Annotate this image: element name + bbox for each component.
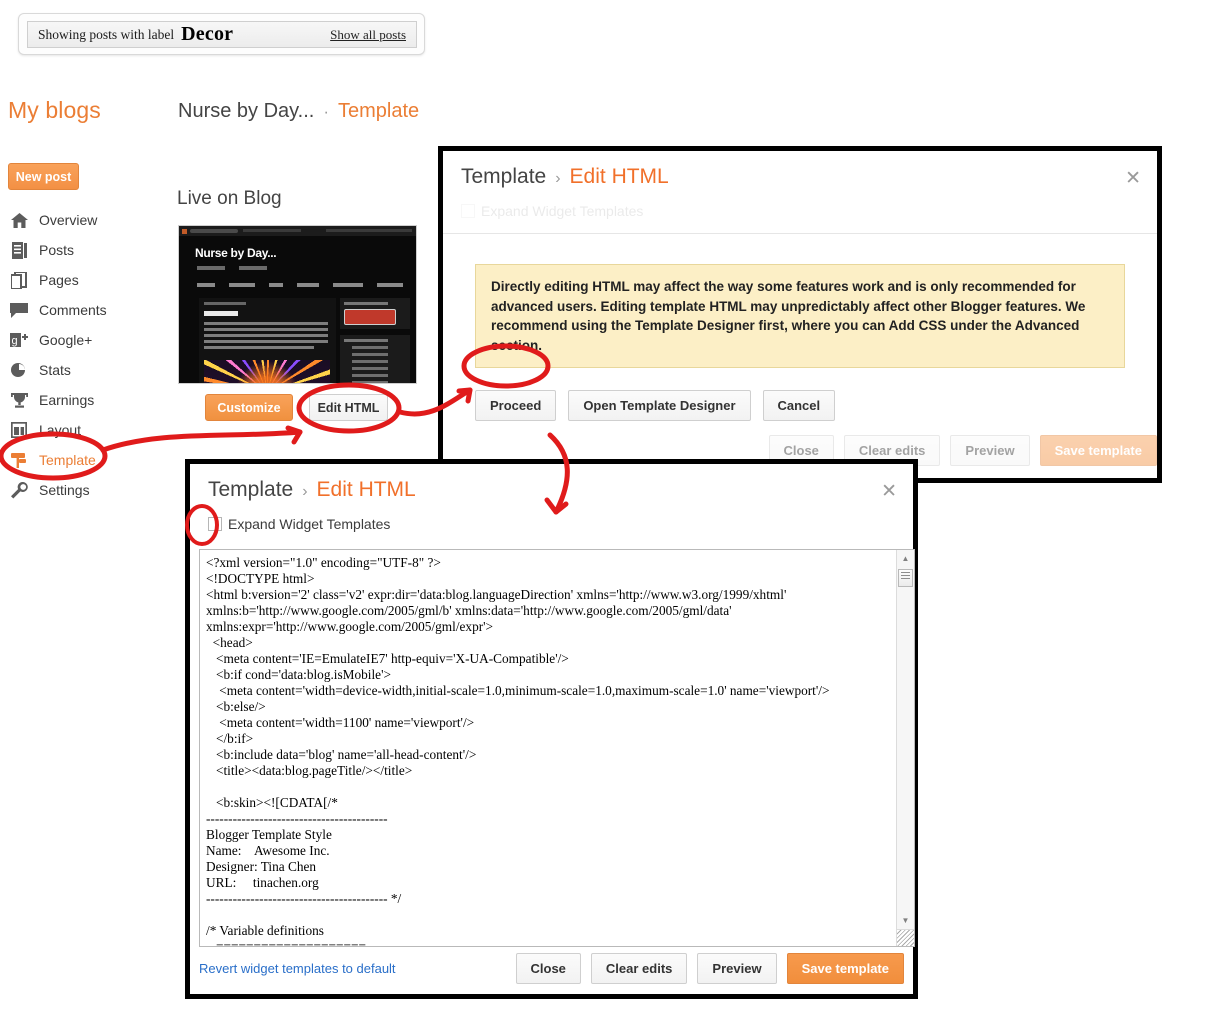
proceed-button[interactable]: Proceed bbox=[475, 390, 557, 422]
customize-button[interactable]: Customize bbox=[205, 394, 293, 421]
live-on-blog-title: Live on Blog bbox=[177, 188, 282, 209]
warning-dialog-actions: Proceed Open Template Designer Cancel bbox=[475, 390, 1157, 422]
sidebar-item-comments[interactable]: Comments bbox=[8, 295, 168, 325]
close-button[interactable]: Close bbox=[515, 953, 581, 984]
label-notice-label: Decor bbox=[181, 23, 234, 45]
editor-dialog-footer: Revert widget templates to default Close… bbox=[199, 953, 904, 984]
sidebar-item-label: Earnings bbox=[39, 392, 95, 408]
show-all-posts-link[interactable]: Show all posts bbox=[330, 27, 406, 43]
new-post-button[interactable]: New post bbox=[8, 163, 79, 190]
expand-widget-templates-row: Expand Widget Templates bbox=[190, 502, 913, 532]
pages-icon bbox=[8, 270, 30, 290]
code-editor-scrollbar[interactable]: ▲ ▼ bbox=[896, 550, 914, 946]
scroll-down-arrow-icon[interactable]: ▼ bbox=[897, 912, 914, 929]
edit-html-warning-dialog: Template › Edit HTML ✕ Expand Widget Tem… bbox=[438, 146, 1162, 483]
thumbnail-sidebar-column bbox=[340, 298, 410, 383]
sidebar-item-label: Layout bbox=[39, 422, 82, 438]
sidebar-item-googleplus[interactable]: g Google+ bbox=[8, 325, 168, 355]
sidebar-item-earnings[interactable]: Earnings bbox=[8, 385, 168, 415]
dialog-breadcrumb-parent[interactable]: Template bbox=[208, 478, 293, 502]
expand-widget-templates-checkbox[interactable] bbox=[208, 517, 222, 531]
template-code-text[interactable]: <?xml version="1.0" encoding="UTF-8" ?> … bbox=[200, 550, 896, 946]
sidebar-item-label: Google+ bbox=[39, 332, 93, 348]
sidebar-item-template[interactable]: Template bbox=[8, 445, 168, 475]
comment-icon bbox=[8, 300, 30, 320]
breadcrumb-blog-name[interactable]: Nurse by Day... bbox=[178, 100, 314, 123]
sidebar-item-label: Settings bbox=[39, 482, 90, 498]
clear-edits-button[interactable]: Clear edits bbox=[590, 953, 688, 984]
close-icon[interactable]: ✕ bbox=[881, 482, 897, 501]
home-icon bbox=[8, 210, 30, 230]
edit-html-editor-dialog: Template › Edit HTML ✕ Expand Widget Tem… bbox=[185, 459, 918, 999]
sidebar-item-stats[interactable]: Stats bbox=[8, 355, 168, 385]
sidebar-item-label: Pages bbox=[39, 272, 79, 288]
expand-widget-templates-row: Expand Widget Templates bbox=[443, 189, 1157, 219]
sidebar-item-posts[interactable]: Posts bbox=[8, 235, 168, 265]
preview-button[interactable]: Preview bbox=[697, 953, 777, 984]
label-notice-prefix: Showing posts with label bbox=[38, 26, 175, 42]
dialog-breadcrumb-separator: › bbox=[302, 483, 308, 500]
my-blogs-link[interactable]: My blogs bbox=[8, 97, 101, 124]
trophy-icon bbox=[8, 390, 30, 410]
thumbnail-tabs bbox=[197, 266, 267, 270]
breadcrumb: Nurse by Day... · Template bbox=[178, 100, 419, 123]
dialog-breadcrumb-current: Edit HTML bbox=[316, 478, 416, 501]
posts-icon bbox=[8, 240, 30, 260]
edit-html-button[interactable]: Edit HTML bbox=[309, 394, 388, 421]
breadcrumb-separator: · bbox=[323, 102, 330, 121]
sidebar-item-pages[interactable]: Pages bbox=[8, 265, 168, 295]
thumbnail-nav bbox=[197, 283, 403, 287]
template-icon bbox=[8, 450, 30, 470]
dialog-header: Template › Edit HTML ✕ bbox=[443, 151, 1157, 189]
scrollbar-thumb[interactable] bbox=[898, 569, 913, 587]
dialog-header: Template › Edit HTML ✕ bbox=[190, 464, 913, 502]
scroll-up-arrow-icon[interactable]: ▲ bbox=[897, 550, 914, 567]
expand-widget-templates-checkbox[interactable] bbox=[461, 204, 475, 218]
dialog-breadcrumb-parent[interactable]: Template bbox=[461, 165, 546, 189]
dialog-breadcrumb: Template › Edit HTML bbox=[461, 165, 1139, 189]
dialog-divider bbox=[443, 233, 1157, 234]
layout-icon bbox=[8, 420, 30, 440]
googleplus-icon: g bbox=[8, 330, 30, 350]
sidebar-item-layout[interactable]: Layout bbox=[8, 415, 168, 445]
sidebar-item-label: Template bbox=[39, 452, 96, 468]
sidebar-nav: Overview Posts Pages Comments g Google+ … bbox=[8, 205, 168, 505]
dialog-breadcrumb-separator: › bbox=[555, 170, 561, 187]
label-notice-inner: Showing posts with label Decor Show all … bbox=[27, 21, 417, 48]
thumbnail-browser-bar bbox=[179, 226, 416, 236]
svg-text:g: g bbox=[12, 335, 18, 347]
open-template-designer-button[interactable]: Open Template Designer bbox=[568, 390, 751, 422]
thumbnail-blog-title: Nurse by Day... bbox=[195, 246, 277, 260]
thumbnail-ferris-wheel-image bbox=[204, 360, 330, 383]
sidebar-item-label: Comments bbox=[39, 302, 107, 318]
sidebar-item-label: Stats bbox=[39, 362, 71, 378]
save-template-button[interactable]: Save template bbox=[1039, 435, 1157, 466]
save-template-button[interactable]: Save template bbox=[786, 953, 904, 984]
expand-widget-templates-label: Expand Widget Templates bbox=[481, 203, 644, 219]
sidebar-item-label: Overview bbox=[39, 212, 98, 228]
sidebar-item-overview[interactable]: Overview bbox=[8, 205, 168, 235]
preview-button[interactable]: Preview bbox=[950, 435, 1030, 466]
sidebar-item-settings[interactable]: Settings bbox=[8, 475, 168, 505]
expand-widget-templates-label: Expand Widget Templates bbox=[228, 516, 391, 532]
thumbnail-post-column bbox=[199, 298, 336, 383]
breadcrumb-current-page: Template bbox=[338, 100, 420, 122]
close-icon[interactable]: ✕ bbox=[1125, 169, 1141, 188]
warning-message: Directly editing HTML may affect the way… bbox=[475, 264, 1125, 369]
resize-grip-icon[interactable] bbox=[897, 929, 914, 946]
editor-footer-actions: Close Clear edits Preview Save template bbox=[515, 953, 904, 984]
dialog-breadcrumb: Template › Edit HTML bbox=[208, 478, 895, 502]
template-code-editor[interactable]: <?xml version="1.0" encoding="UTF-8" ?> … bbox=[199, 549, 915, 947]
stats-icon bbox=[8, 360, 30, 380]
cancel-button[interactable]: Cancel bbox=[762, 390, 836, 422]
arrow-template-to-edit-html-head bbox=[285, 425, 303, 445]
sidebar-item-label: Posts bbox=[39, 242, 75, 258]
blog-preview-thumbnail[interactable]: Nurse by Day... bbox=[178, 225, 417, 384]
wrench-icon bbox=[8, 480, 30, 500]
revert-widget-templates-link[interactable]: Revert widget templates to default bbox=[199, 961, 396, 976]
dialog-breadcrumb-current: Edit HTML bbox=[569, 165, 669, 188]
label-notice-bar: Showing posts with label Decor Show all … bbox=[18, 13, 425, 55]
